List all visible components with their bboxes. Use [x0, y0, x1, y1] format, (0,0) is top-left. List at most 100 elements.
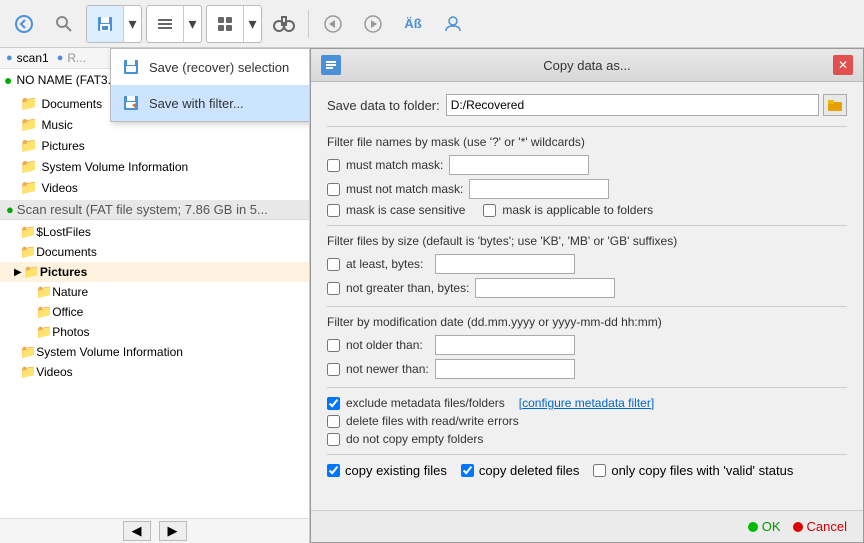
dialog-body: Save data to folder: Filter file names b…	[311, 82, 863, 510]
not-greater-label: not greater than, bytes:	[346, 281, 469, 295]
at-least-row: at least, bytes:	[327, 254, 847, 274]
main-area: ● scan1 ● R... ● NO NAME (FAT3... 📁 Docu…	[0, 48, 864, 543]
save-recover-menu-item[interactable]: Save (recover) selection	[111, 49, 310, 85]
ab-button[interactable]: Äß	[395, 6, 431, 42]
at-least-input[interactable]	[435, 254, 575, 274]
tree-item-photos[interactable]: 📁 Photos	[0, 322, 309, 342]
copy-deleted-label: copy deleted files	[479, 463, 579, 478]
exclude-metadata-checkbox[interactable]	[327, 397, 340, 410]
tree-item-system-volume2[interactable]: 📁 System Volume Information	[0, 342, 309, 362]
not-older-checkbox[interactable]	[327, 339, 340, 352]
grid-button[interactable]	[207, 6, 243, 42]
tree-item-videos2[interactable]: 📁 Videos	[0, 362, 309, 382]
no-name-label: NO NAME (FAT3...	[16, 73, 117, 87]
save-button[interactable]	[87, 6, 123, 42]
copy-existing-checkbox[interactable]	[327, 464, 340, 477]
ok-label: OK	[762, 519, 781, 534]
not-older-row: not older than:	[327, 335, 847, 355]
save-dropdown-arrow[interactable]: ▾	[123, 6, 141, 42]
folder-icon: 📁	[24, 264, 40, 280]
dialog-close-button[interactable]: ✕	[833, 55, 853, 75]
only-valid-checkbox[interactable]	[593, 464, 606, 477]
not-newer-checkbox[interactable]	[327, 363, 340, 376]
case-sensitive-row: mask is case sensitive mask is applicabl…	[327, 203, 847, 217]
tree-item[interactable]: 📁 Videos	[0, 177, 309, 198]
at-least-checkbox[interactable]	[327, 258, 340, 271]
tree-item-label: System Volume Information	[41, 160, 188, 174]
save-filter-menu-item[interactable]: Save with filter...	[111, 85, 310, 121]
cancel-label: Cancel	[807, 519, 847, 534]
scroll-left-btn[interactable]: ◀	[123, 521, 151, 541]
tree-item-label: Documents	[41, 97, 102, 111]
tree-item[interactable]: 📁 $LostFiles	[0, 222, 309, 242]
prev-button[interactable]	[315, 6, 351, 42]
scan-tree: 📁 $LostFiles 📁 Documents ▶ 📁 Pictures 📁 …	[0, 220, 309, 384]
tree-item-label: Videos	[41, 181, 77, 195]
tree-item-label: Photos	[52, 325, 89, 339]
tree-item[interactable]: 📁 Pictures	[0, 135, 309, 156]
not-greater-row: not greater than, bytes:	[327, 278, 847, 298]
not-newer-row: not newer than:	[327, 359, 847, 379]
configure-metadata-link[interactable]: [configure metadata filter]	[519, 396, 654, 410]
applicable-folders-checkbox[interactable]	[483, 204, 496, 217]
no-empty-folders-checkbox[interactable]	[327, 433, 340, 446]
applicable-folders-label: mask is applicable to folders	[502, 203, 653, 217]
no-empty-folders-row: do not copy empty folders	[327, 432, 847, 446]
exclude-metadata-label: exclude metadata files/folders	[346, 396, 505, 410]
tree-item-office[interactable]: 📁 Office	[0, 302, 309, 322]
ok-button[interactable]: OK	[748, 519, 781, 534]
tree-item[interactable]: 📁 Documents	[0, 242, 309, 262]
folder-browse-button[interactable]	[823, 94, 847, 116]
tree-item-label: Videos	[36, 365, 72, 379]
back-button[interactable]	[6, 6, 42, 42]
dropdown-menu: Save (recover) selection Save with filte…	[110, 48, 310, 122]
divider3	[327, 306, 847, 307]
not-greater-input[interactable]	[475, 278, 615, 298]
must-match-checkbox[interactable]	[327, 159, 340, 172]
must-match-row: must match mask:	[327, 155, 847, 175]
person-button[interactable]	[435, 6, 471, 42]
must-not-match-checkbox[interactable]	[327, 183, 340, 196]
exclude-metadata-row: exclude metadata files/folders [configur…	[327, 396, 847, 410]
left-panel: ● scan1 ● R... ● NO NAME (FAT3... 📁 Docu…	[0, 48, 310, 543]
save-folder-input[interactable]	[446, 94, 819, 116]
folder-icon: 📁	[20, 244, 36, 260]
right-panel: Copy data as... ✕ Save data to folder: F…	[310, 48, 864, 543]
tree-item-label: System Volume Information	[36, 345, 183, 359]
tree-item-system-volume[interactable]: 📁 System Volume Information	[0, 156, 309, 177]
list-dropdown-arrow[interactable]: ▾	[183, 6, 201, 42]
scroll-right-btn[interactable]: ▶	[159, 521, 187, 541]
not-newer-input[interactable]	[435, 359, 575, 379]
copy-existing-label: copy existing files	[345, 463, 447, 478]
play-button[interactable]	[355, 6, 391, 42]
save-recover-icon	[121, 57, 141, 77]
divider5	[327, 454, 847, 455]
save-recover-label: Save (recover) selection	[149, 60, 289, 75]
must-not-match-label: must not match mask:	[346, 182, 463, 196]
not-greater-checkbox[interactable]	[327, 282, 340, 295]
folder-icon: 📁	[20, 95, 37, 112]
case-sensitive-checkbox[interactable]	[327, 204, 340, 217]
cancel-dot	[793, 522, 803, 532]
tree-item-nature[interactable]: 📁 Nature	[0, 282, 309, 302]
grid-dropdown-arrow[interactable]: ▾	[243, 6, 261, 42]
folder-icon: 📁	[20, 364, 36, 380]
cancel-button[interactable]: Cancel	[793, 519, 847, 534]
must-match-input[interactable]	[449, 155, 589, 175]
filter-size-title: Filter files by size (default is 'bytes'…	[327, 234, 847, 248]
folder-icon: 📁	[20, 158, 37, 175]
folder-icon: 📁	[36, 284, 52, 300]
must-not-match-input[interactable]	[469, 179, 609, 199]
copy-deleted-checkbox[interactable]	[461, 464, 474, 477]
no-empty-folders-label: do not copy empty folders	[346, 432, 483, 446]
tree-item-label: Music	[41, 118, 72, 132]
folder-icon: 📁	[36, 324, 52, 340]
not-older-input[interactable]	[435, 335, 575, 355]
binoculars-button[interactable]	[266, 6, 302, 42]
tree-item-pictures[interactable]: ▶ 📁 Pictures	[0, 262, 309, 282]
search-button[interactable]	[46, 6, 82, 42]
list-button[interactable]	[147, 6, 183, 42]
ok-dot	[748, 522, 758, 532]
delete-errors-checkbox[interactable]	[327, 415, 340, 428]
not-older-label: not older than:	[346, 338, 423, 352]
